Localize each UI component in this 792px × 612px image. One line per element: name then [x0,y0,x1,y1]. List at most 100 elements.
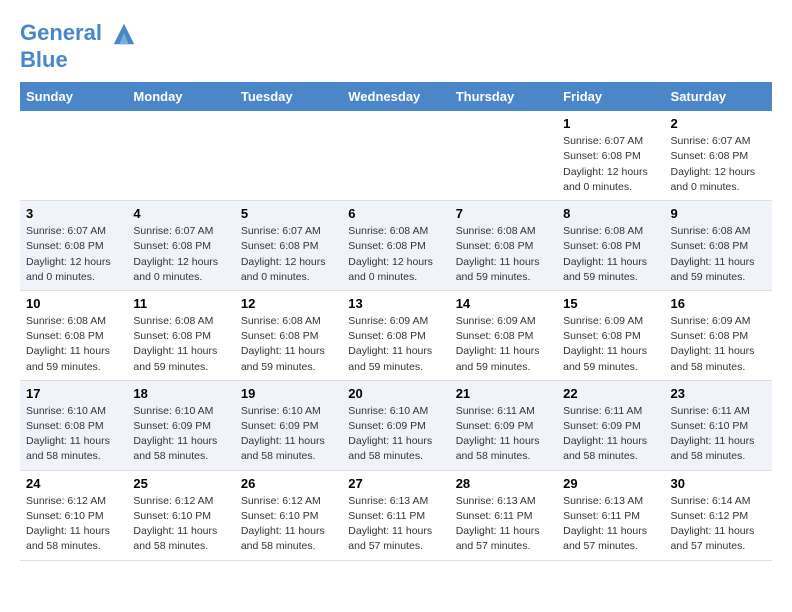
calendar-cell [342,111,449,200]
calendar-table: SundayMondayTuesdayWednesdayThursdayFrid… [20,82,772,560]
weekday-header-thursday: Thursday [450,82,557,111]
calendar-cell: 7 Sunrise: 6:08 AM Sunset: 6:08 PM Daylig… [450,201,557,291]
day-info: Sunrise: 6:11 AM Sunset: 6:09 PM Dayligh… [456,404,551,465]
day-number: 23 [671,386,766,401]
day-number: 11 [133,296,228,311]
day-info: Sunrise: 6:10 AM Sunset: 6:09 PM Dayligh… [133,404,228,465]
day-info: Sunrise: 6:08 AM Sunset: 6:08 PM Dayligh… [563,224,658,285]
day-info: Sunrise: 6:12 AM Sunset: 6:10 PM Dayligh… [26,494,121,555]
calendar-cell [20,111,127,200]
calendar-cell: 25 Sunrise: 6:12 AM Sunset: 6:10 PM Dayli… [127,470,234,560]
calendar-cell [127,111,234,200]
day-info: Sunrise: 6:10 AM Sunset: 6:09 PM Dayligh… [241,404,336,465]
day-number: 6 [348,206,443,221]
calendar-cell: 14Sunrise: 6:09 AM Sunset: 6:08 PM Dayli… [450,290,557,380]
day-info: Sunrise: 6:08 AM Sunset: 6:08 PM Dayligh… [26,314,121,375]
day-info: Sunrise: 6:08 AM Sunset: 6:08 PM Dayligh… [348,224,443,285]
calendar-week-5: 24 Sunrise: 6:12 AM Sunset: 6:10 PM Dayli… [20,470,772,560]
calendar-cell: 24 Sunrise: 6:12 AM Sunset: 6:10 PM Dayli… [20,470,127,560]
day-info: Sunrise: 6:11 AM Sunset: 6:09 PM Dayligh… [563,404,658,465]
calendar-cell: 2 Sunrise: 6:07 AM Sunset: 6:08 PM Daylig… [665,111,772,200]
calendar-cell: 17 Sunrise: 6:10 AM Sunset: 6:08 PM Dayli… [20,380,127,470]
day-number: 28 [456,476,551,491]
day-number: 30 [671,476,766,491]
calendar-cell: 13Sunrise: 6:09 AM Sunset: 6:08 PM Dayli… [342,290,449,380]
logo-text: General [20,20,138,48]
day-number: 16 [671,296,766,311]
day-number: 1 [563,116,658,131]
day-info: Sunrise: 6:07 AM Sunset: 6:08 PM Dayligh… [671,134,766,195]
calendar-cell [235,111,342,200]
day-number: 17 [26,386,121,401]
day-number: 10 [26,296,121,311]
calendar-header: SundayMondayTuesdayWednesdayThursdayFrid… [20,82,772,111]
day-info: Sunrise: 6:09 AM Sunset: 6:08 PM Dayligh… [348,314,443,375]
day-info: Sunrise: 6:09 AM Sunset: 6:08 PM Dayligh… [563,314,658,375]
weekday-header-monday: Monday [127,82,234,111]
calendar-cell: 22 Sunrise: 6:11 AM Sunset: 6:09 PM Dayli… [557,380,664,470]
day-number: 27 [348,476,443,491]
calendar-cell: 11 Sunrise: 6:08 AM Sunset: 6:08 PM Dayli… [127,290,234,380]
day-info: Sunrise: 6:12 AM Sunset: 6:10 PM Dayligh… [241,494,336,555]
day-number: 18 [133,386,228,401]
weekday-header-wednesday: Wednesday [342,82,449,111]
calendar-cell: 29Sunrise: 6:13 AM Sunset: 6:11 PM Dayli… [557,470,664,560]
day-info: Sunrise: 6:13 AM Sunset: 6:11 PM Dayligh… [348,494,443,555]
calendar-cell: 5 Sunrise: 6:07 AM Sunset: 6:08 PM Daylig… [235,201,342,291]
day-number: 7 [456,206,551,221]
calendar-week-1: 1 Sunrise: 6:07 AM Sunset: 6:08 PM Daylig… [20,111,772,200]
calendar-week-2: 3 Sunrise: 6:07 AM Sunset: 6:08 PM Daylig… [20,201,772,291]
day-number: 3 [26,206,121,221]
calendar-cell: 1 Sunrise: 6:07 AM Sunset: 6:08 PM Daylig… [557,111,664,200]
calendar-cell: 27 Sunrise: 6:13 AM Sunset: 6:11 PM Dayli… [342,470,449,560]
day-info: Sunrise: 6:09 AM Sunset: 6:08 PM Dayligh… [456,314,551,375]
day-number: 29 [563,476,658,491]
day-number: 2 [671,116,766,131]
calendar-cell [450,111,557,200]
day-info: Sunrise: 6:14 AM Sunset: 6:12 PM Dayligh… [671,494,766,555]
calendar-cell: 26Sunrise: 6:12 AM Sunset: 6:10 PM Dayli… [235,470,342,560]
weekday-header-tuesday: Tuesday [235,82,342,111]
day-info: Sunrise: 6:07 AM Sunset: 6:08 PM Dayligh… [133,224,228,285]
day-info: Sunrise: 6:08 AM Sunset: 6:08 PM Dayligh… [241,314,336,375]
calendar-cell: 20 Sunrise: 6:10 AM Sunset: 6:09 PM Dayli… [342,380,449,470]
calendar-cell: 12Sunrise: 6:08 AM Sunset: 6:08 PM Dayli… [235,290,342,380]
weekday-header-sunday: Sunday [20,82,127,111]
calendar-cell: 15 Sunrise: 6:09 AM Sunset: 6:08 PM Dayli… [557,290,664,380]
day-number: 15 [563,296,658,311]
logo-blue-text: Blue [20,48,138,72]
calendar-cell: 6 Sunrise: 6:08 AM Sunset: 6:08 PM Daylig… [342,201,449,291]
day-number: 25 [133,476,228,491]
day-info: Sunrise: 6:10 AM Sunset: 6:09 PM Dayligh… [348,404,443,465]
day-info: Sunrise: 6:12 AM Sunset: 6:10 PM Dayligh… [133,494,228,555]
day-info: Sunrise: 6:08 AM Sunset: 6:08 PM Dayligh… [671,224,766,285]
weekday-header-row: SundayMondayTuesdayWednesdayThursdayFrid… [20,82,772,111]
day-number: 19 [241,386,336,401]
weekday-header-friday: Friday [557,82,664,111]
day-number: 4 [133,206,228,221]
day-info: Sunrise: 6:07 AM Sunset: 6:08 PM Dayligh… [563,134,658,195]
calendar-cell: 28 Sunrise: 6:13 AM Sunset: 6:11 PM Dayli… [450,470,557,560]
weekday-header-saturday: Saturday [665,82,772,111]
calendar-cell: 21 Sunrise: 6:11 AM Sunset: 6:09 PM Dayli… [450,380,557,470]
calendar-cell: 18 Sunrise: 6:10 AM Sunset: 6:09 PM Dayli… [127,380,234,470]
calendar-week-3: 10 Sunrise: 6:08 AM Sunset: 6:08 PM Dayli… [20,290,772,380]
calendar-week-4: 17 Sunrise: 6:10 AM Sunset: 6:08 PM Dayli… [20,380,772,470]
calendar-cell: 3Sunrise: 6:07 AM Sunset: 6:08 PM Daylig… [20,201,127,291]
day-info: Sunrise: 6:10 AM Sunset: 6:08 PM Dayligh… [26,404,121,465]
day-number: 8 [563,206,658,221]
page-header: General Blue [20,20,772,72]
day-info: Sunrise: 6:13 AM Sunset: 6:11 PM Dayligh… [456,494,551,555]
day-info: Sunrise: 6:09 AM Sunset: 6:08 PM Dayligh… [671,314,766,375]
day-number: 5 [241,206,336,221]
day-info: Sunrise: 6:08 AM Sunset: 6:08 PM Dayligh… [133,314,228,375]
day-number: 24 [26,476,121,491]
day-number: 9 [671,206,766,221]
day-number: 22 [563,386,658,401]
day-number: 21 [456,386,551,401]
calendar-cell: 30 Sunrise: 6:14 AM Sunset: 6:12 PM Dayli… [665,470,772,560]
day-info: Sunrise: 6:11 AM Sunset: 6:10 PM Dayligh… [671,404,766,465]
day-info: Sunrise: 6:08 AM Sunset: 6:08 PM Dayligh… [456,224,551,285]
day-info: Sunrise: 6:07 AM Sunset: 6:08 PM Dayligh… [241,224,336,285]
day-number: 20 [348,386,443,401]
